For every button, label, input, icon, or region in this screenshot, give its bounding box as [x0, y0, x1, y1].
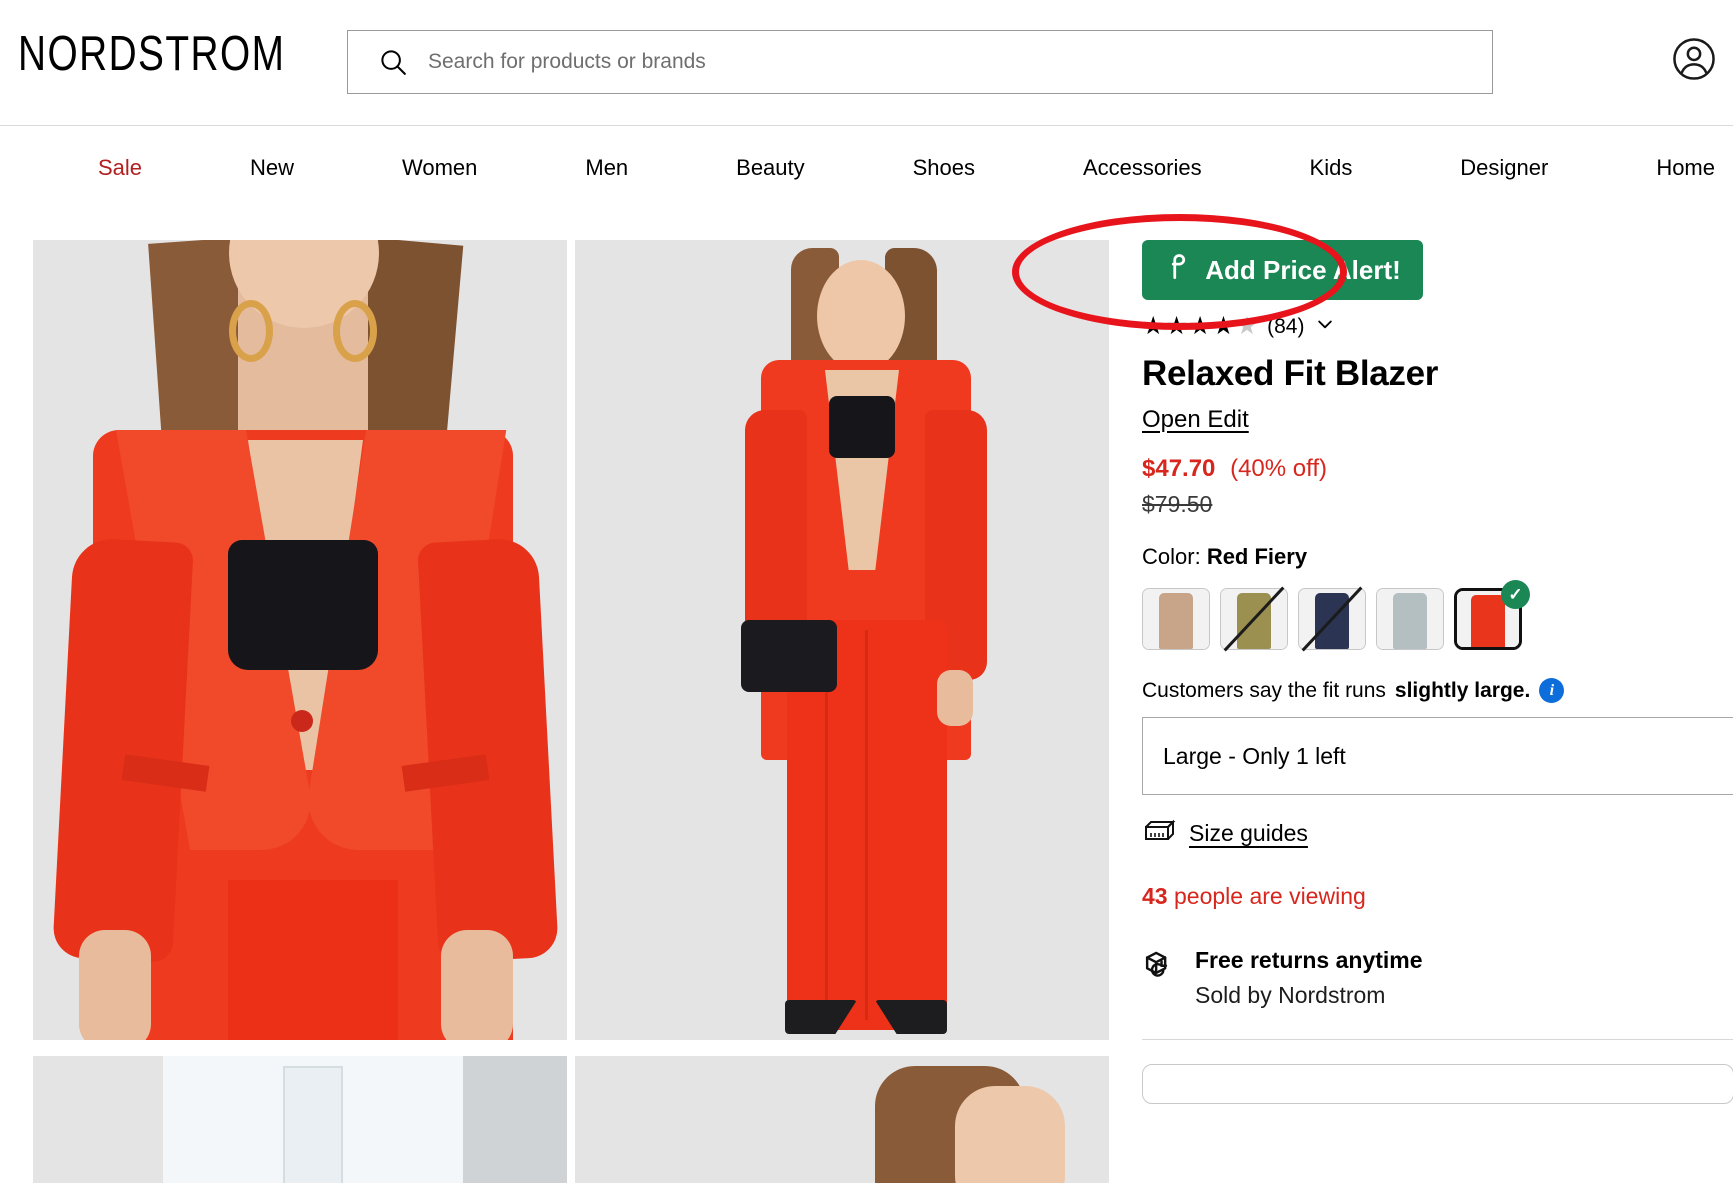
section-divider: [1142, 1039, 1733, 1040]
product-content: Add Price Alert! ★ ★ ★ ★ ★ (84) Relaxed …: [0, 210, 1733, 1183]
add-price-alert-button[interactable]: Add Price Alert!: [1142, 240, 1423, 300]
star-filled-3: ★: [1189, 314, 1211, 339]
search-icon: [378, 47, 408, 77]
bottom-card-partial[interactable]: [1142, 1064, 1733, 1104]
info-icon[interactable]: i: [1539, 678, 1564, 703]
brand-link[interactable]: Open Edit: [1142, 406, 1249, 434]
returns-info: Free returns anytime Sold by Nordstrom: [1142, 947, 1733, 1009]
viewing-count-text: 43 people are viewing: [1142, 883, 1733, 910]
color-swatch-navy-blue[interactable]: [1298, 588, 1366, 650]
color-swatch-red-fiery[interactable]: ✓: [1454, 588, 1522, 650]
size-selector[interactable]: Large - Only 1 left: [1142, 717, 1733, 795]
nav-item-beauty[interactable]: Beauty: [736, 155, 805, 181]
color-swatch-list: ✓: [1142, 588, 1733, 650]
product-gallery: [0, 210, 1120, 1183]
current-price: $47.70: [1142, 455, 1215, 482]
product-image-1[interactable]: [33, 240, 567, 1040]
add-price-alert-label: Add Price Alert!: [1205, 255, 1401, 286]
color-swatch-beige-oatmeal[interactable]: [1142, 588, 1210, 650]
nav-item-designer[interactable]: Designer: [1460, 155, 1548, 181]
product-image-4[interactable]: [575, 1056, 1109, 1183]
primary-nav: Sale New Women Men Beauty Shoes Accessor…: [0, 126, 1733, 210]
nav-item-accessories[interactable]: Accessories: [1083, 155, 1202, 181]
honey-p-icon: [1164, 252, 1194, 289]
chevron-down-icon[interactable]: [1315, 314, 1335, 339]
star-filled-2: ★: [1165, 314, 1187, 339]
search-input[interactable]: [426, 49, 1492, 75]
viewing-count-label: people are viewing: [1174, 883, 1366, 909]
size-guides-link[interactable]: Size guides: [1189, 820, 1308, 847]
color-swatch-grey-sage[interactable]: [1376, 588, 1444, 650]
color-swatch-olive-green[interactable]: [1220, 588, 1288, 650]
fit-note-text: Customers say the fit runs: [1142, 679, 1386, 703]
nav-item-sale[interactable]: Sale: [98, 155, 142, 181]
fit-note: Customers say the fit runs slightly larg…: [1142, 678, 1733, 703]
nav-item-men[interactable]: Men: [585, 155, 628, 181]
price-row: $47.70 (40% off): [1142, 455, 1733, 483]
selected-check-icon: ✓: [1501, 580, 1530, 609]
nav-item-kids[interactable]: Kids: [1310, 155, 1353, 181]
nav-item-home[interactable]: Home: [1656, 155, 1715, 181]
returns-texts: Free returns anytime Sold by Nordstrom: [1195, 947, 1423, 1009]
star-filled-1: ★: [1142, 314, 1164, 339]
star-empty-5: ★: [1236, 314, 1258, 339]
review-count: (84): [1267, 315, 1304, 339]
search-bar[interactable]: [347, 30, 1493, 94]
returns-title: Free returns anytime: [1195, 947, 1423, 974]
rating-row[interactable]: ★ ★ ★ ★ ★ (84): [1142, 314, 1733, 339]
product-detail-page: NORDSTROM Sale New Women Men Beauty: [0, 0, 1733, 1183]
box-return-icon: [1142, 947, 1178, 988]
site-header: NORDSTROM: [0, 0, 1733, 126]
returns-seller: Sold by Nordstrom: [1195, 982, 1423, 1009]
account-circle-icon[interactable]: [1671, 36, 1717, 87]
original-price: $79.50: [1142, 491, 1733, 518]
nav-item-new[interactable]: New: [250, 155, 294, 181]
nav-item-women[interactable]: Women: [402, 155, 477, 181]
color-label-text: Color:: [1142, 544, 1201, 569]
product-image-3[interactable]: [33, 1056, 567, 1183]
star-filled-4: ★: [1212, 314, 1234, 339]
nav-item-shoes[interactable]: Shoes: [913, 155, 975, 181]
color-value: Red Fiery: [1207, 544, 1307, 569]
ruler-icon: [1142, 817, 1176, 850]
star-rating: ★ ★ ★ ★ ★: [1142, 314, 1258, 339]
size-selector-value: Large - Only 1 left: [1163, 743, 1346, 770]
color-label: Color: Red Fiery: [1142, 544, 1733, 570]
page-title: Relaxed Fit Blazer: [1142, 354, 1733, 394]
size-guides-row[interactable]: Size guides: [1142, 817, 1733, 850]
viewing-count-number: 43: [1142, 883, 1168, 909]
fit-note-emphasis: slightly large.: [1395, 679, 1530, 703]
product-image-2[interactable]: [575, 240, 1109, 1040]
discount-label: (40% off): [1230, 455, 1327, 482]
nordstrom-logo[interactable]: NORDSTROM: [18, 27, 285, 82]
product-info-panel: Add Price Alert! ★ ★ ★ ★ ★ (84) Relaxed …: [1120, 210, 1733, 1183]
